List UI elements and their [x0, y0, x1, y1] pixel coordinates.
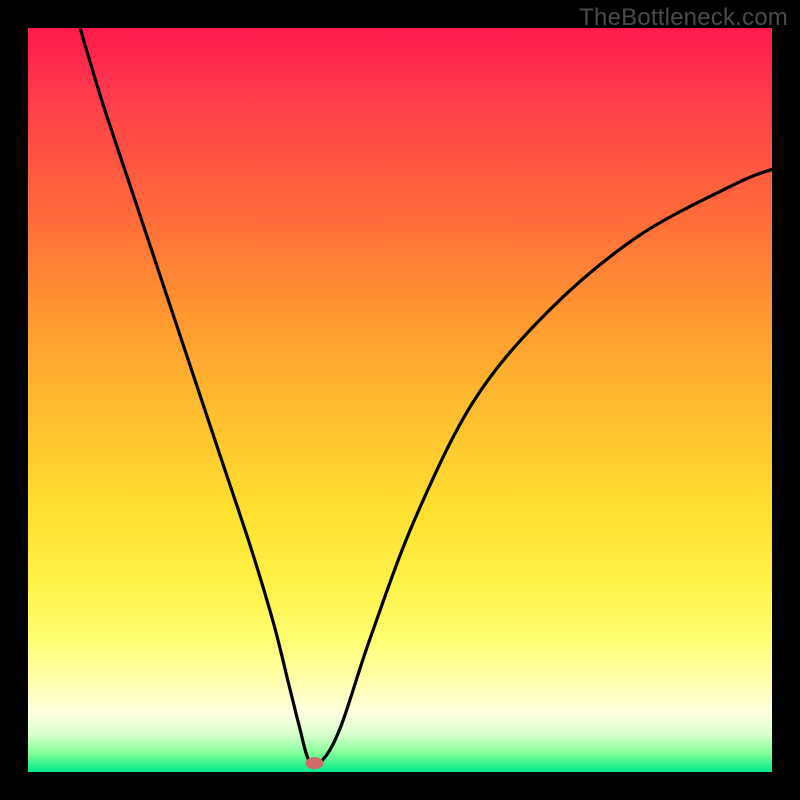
plot-area	[28, 28, 772, 772]
minimum-marker	[305, 757, 323, 769]
bottleneck-curve	[80, 28, 772, 765]
chart-frame: TheBottleneck.com	[0, 0, 800, 800]
curve-svg	[28, 28, 772, 772]
watermark-text: TheBottleneck.com	[579, 4, 788, 32]
